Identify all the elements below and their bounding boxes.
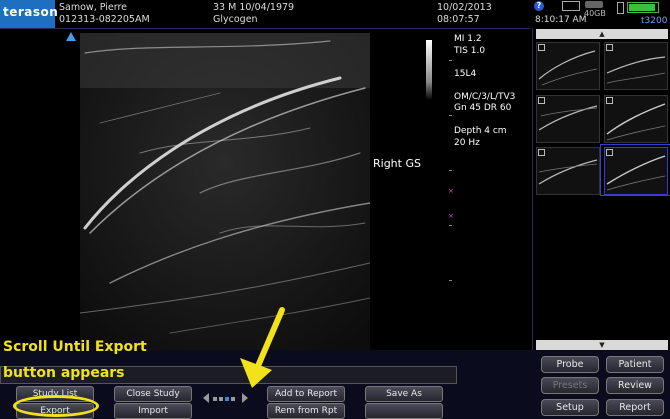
thumbnail-1[interactable] [536,42,600,90]
presets-button[interactable]: Presets [541,377,599,394]
help-icon[interactable]: ? [534,1,544,11]
param-spacer [454,57,515,69]
storage-label: 40GB [584,9,606,18]
param-spacer [454,115,515,127]
thumbnail-5[interactable] [536,147,600,195]
report-button[interactable]: Report [606,399,664,416]
orientation-marker-icon [66,32,76,41]
param-framerate: 20 Hz [454,137,480,148]
exam-date: 10/02/2013 [437,2,492,13]
remove-from-report-button[interactable]: Rem from Rpt [267,403,345,419]
thumbnail-2[interactable] [604,42,668,90]
image-annotation[interactable]: Right GS [373,157,421,170]
patient-age-dob: 33 M 10/04/1979 [213,2,295,13]
thumbnail-scroll-up[interactable]: ▲ [536,29,668,39]
exam-time: 08:07:57 [437,14,480,25]
usb-icon [617,2,624,14]
param-depth: Depth 4 cm [454,126,507,136]
terason-logo: terason [3,5,59,19]
thumbnail-preview [606,56,666,84]
param-tis: TIS 1.0 [454,45,486,56]
param-mi: MI 1.2 [454,34,482,44]
page-dots-icon [213,397,237,402]
patient-name: Samow, Pierre [59,2,128,13]
thumbnail-3[interactable] [536,95,600,143]
empty-button [365,403,443,419]
battery-icon [627,2,659,13]
export-highlight-circle [13,395,99,417]
thumbnail-tag-icon [606,97,613,104]
thumbnail-selection-frame [600,144,670,196]
model-label: t3200 [641,16,668,26]
thumbnail-4[interactable] [604,95,668,143]
param-spacer [454,80,515,92]
instruction-line-2: button appears [3,365,125,381]
imaging-params: MI 1.2 TIS 1.0 15L4 OM/C/3/L/TV3 Gn 45 D… [454,34,515,149]
grayscale-bar [426,40,432,100]
thumbnail-scroll-down[interactable]: ▼ [536,340,668,350]
system-clock: 8:10:17 AM [535,15,587,25]
save-as-button[interactable]: Save As [365,386,443,402]
page-prev-icon[interactable] [203,393,209,403]
network-icon [562,1,580,11]
patient-button[interactable]: Patient [606,356,664,373]
thumbnail-tag-icon [538,44,545,51]
review-button[interactable]: Review [606,377,664,394]
thumbnail-preview [538,50,598,86]
thumbnail-preview [538,105,598,131]
ultrasound-image[interactable] [80,33,370,356]
storage-icon [585,1,603,8]
param-gain: Gn 45 DR 60 [454,103,512,113]
depth-scale: × × [448,60,454,350]
probe-button[interactable]: Probe [541,356,599,373]
thumbnail-tag-icon [538,97,545,104]
logo-bar: terason [0,0,59,28]
thumbnail-tag-icon [606,44,613,51]
thumbnail-preview [538,159,598,185]
thumbnail-preview [606,103,666,141]
close-study-button[interactable]: Close Study [114,386,192,402]
thumbnail-tag-icon [538,149,545,156]
pointer-arrow-icon [240,307,285,388]
param-mode: OM/C/3/L/TV3 [454,91,516,102]
exam-type: Glycogen [213,14,258,25]
instruction-line-1: Scroll Until Export [3,339,147,355]
study-id: 012313-082205AM [59,14,150,25]
param-probe: 15L4 [454,68,477,79]
page-next-icon[interactable] [242,393,248,403]
setup-button[interactable]: Setup [541,399,599,416]
import-button[interactable]: Import [114,403,192,419]
